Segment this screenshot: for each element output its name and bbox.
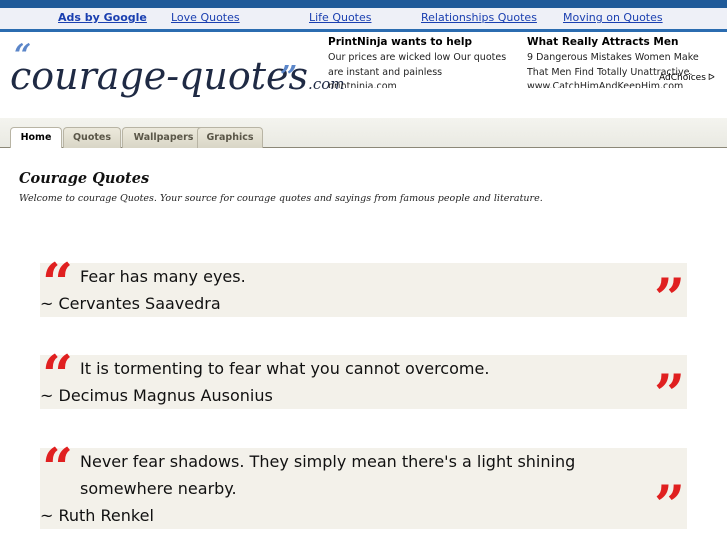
open-quote-icon: “: [42, 343, 74, 407]
quote-block: “ It is tormenting to fear what you cann…: [40, 348, 687, 421]
page-title: Courage Quotes: [19, 170, 150, 187]
ads-by-google-link[interactable]: Ads by Google: [58, 11, 147, 24]
logo-close-quote: ”: [280, 60, 298, 95]
tab-quotes[interactable]: Quotes: [63, 127, 121, 148]
page-subtitle: Welcome to courage Quotes. Your source f…: [19, 193, 543, 204]
open-quote-icon: “: [42, 251, 74, 315]
close-quote-icon: ”: [653, 266, 685, 330]
ad-title[interactable]: PrintNinja wants to help: [328, 36, 513, 48]
quote-text: It is tormenting to fear what you cannot…: [80, 359, 490, 378]
tab-graphics[interactable]: Graphics: [197, 127, 263, 148]
top-bar: Ads by Google Love Quotes Life Quotes Re…: [0, 0, 727, 32]
ad-title[interactable]: What Really Attracts Men: [527, 36, 707, 48]
life-quotes-link[interactable]: Life Quotes: [309, 11, 372, 24]
ad-text: Our prices are wicked low Our quotes are…: [328, 52, 507, 78]
tab-wallpapers[interactable]: Wallpapers: [122, 127, 205, 148]
quote-author: ~ Ruth Renkel: [40, 506, 154, 525]
top-links-bar: Ads by Google Love Quotes Life Quotes Re…: [0, 8, 727, 29]
love-quotes-link[interactable]: Love Quotes: [171, 11, 240, 24]
relationships-quotes-link[interactable]: Relationships Quotes: [421, 11, 537, 24]
quote-block: “ Fear has many eyes. ~ Cervantes Saaved…: [40, 256, 687, 325]
open-quote-icon: “: [42, 436, 74, 500]
quote-author: ~ Decimus Magnus Ausonius: [40, 386, 273, 405]
moving-on-quotes-link[interactable]: Moving on Quotes: [563, 11, 663, 24]
tab-home[interactable]: Home: [10, 127, 62, 149]
main-content: Courage Quotes Welcome to courage Quotes…: [0, 148, 727, 545]
quote-text: Never fear shadows. They simply mean the…: [80, 452, 576, 498]
top-edge: [0, 0, 727, 8]
logo-brand-name: courage-quotes: [10, 54, 309, 98]
quote-author: ~ Cervantes Saavedra: [40, 294, 221, 313]
close-quote-icon: ”: [653, 473, 685, 537]
adchoices-label: AdChoices: [659, 73, 706, 83]
close-quote-icon: ”: [653, 362, 685, 426]
adchoices-icon: ᐅ: [707, 73, 715, 83]
ad-url[interactable]: printninja.com: [328, 80, 513, 88]
quote-text: Fear has many eyes.: [80, 267, 246, 286]
ad-block-1[interactable]: PrintNinja wants to help Our prices are …: [328, 36, 513, 88]
adchoices-link[interactable]: AdChoices ᐅ: [659, 73, 715, 83]
site-logo[interactable]: “ courage-quotes.com ”: [10, 38, 344, 108]
header: “ courage-quotes.com ” PrintNinja wants …: [0, 32, 727, 118]
quote-block: “ Never fear shadows. They simply mean t…: [40, 441, 687, 537]
